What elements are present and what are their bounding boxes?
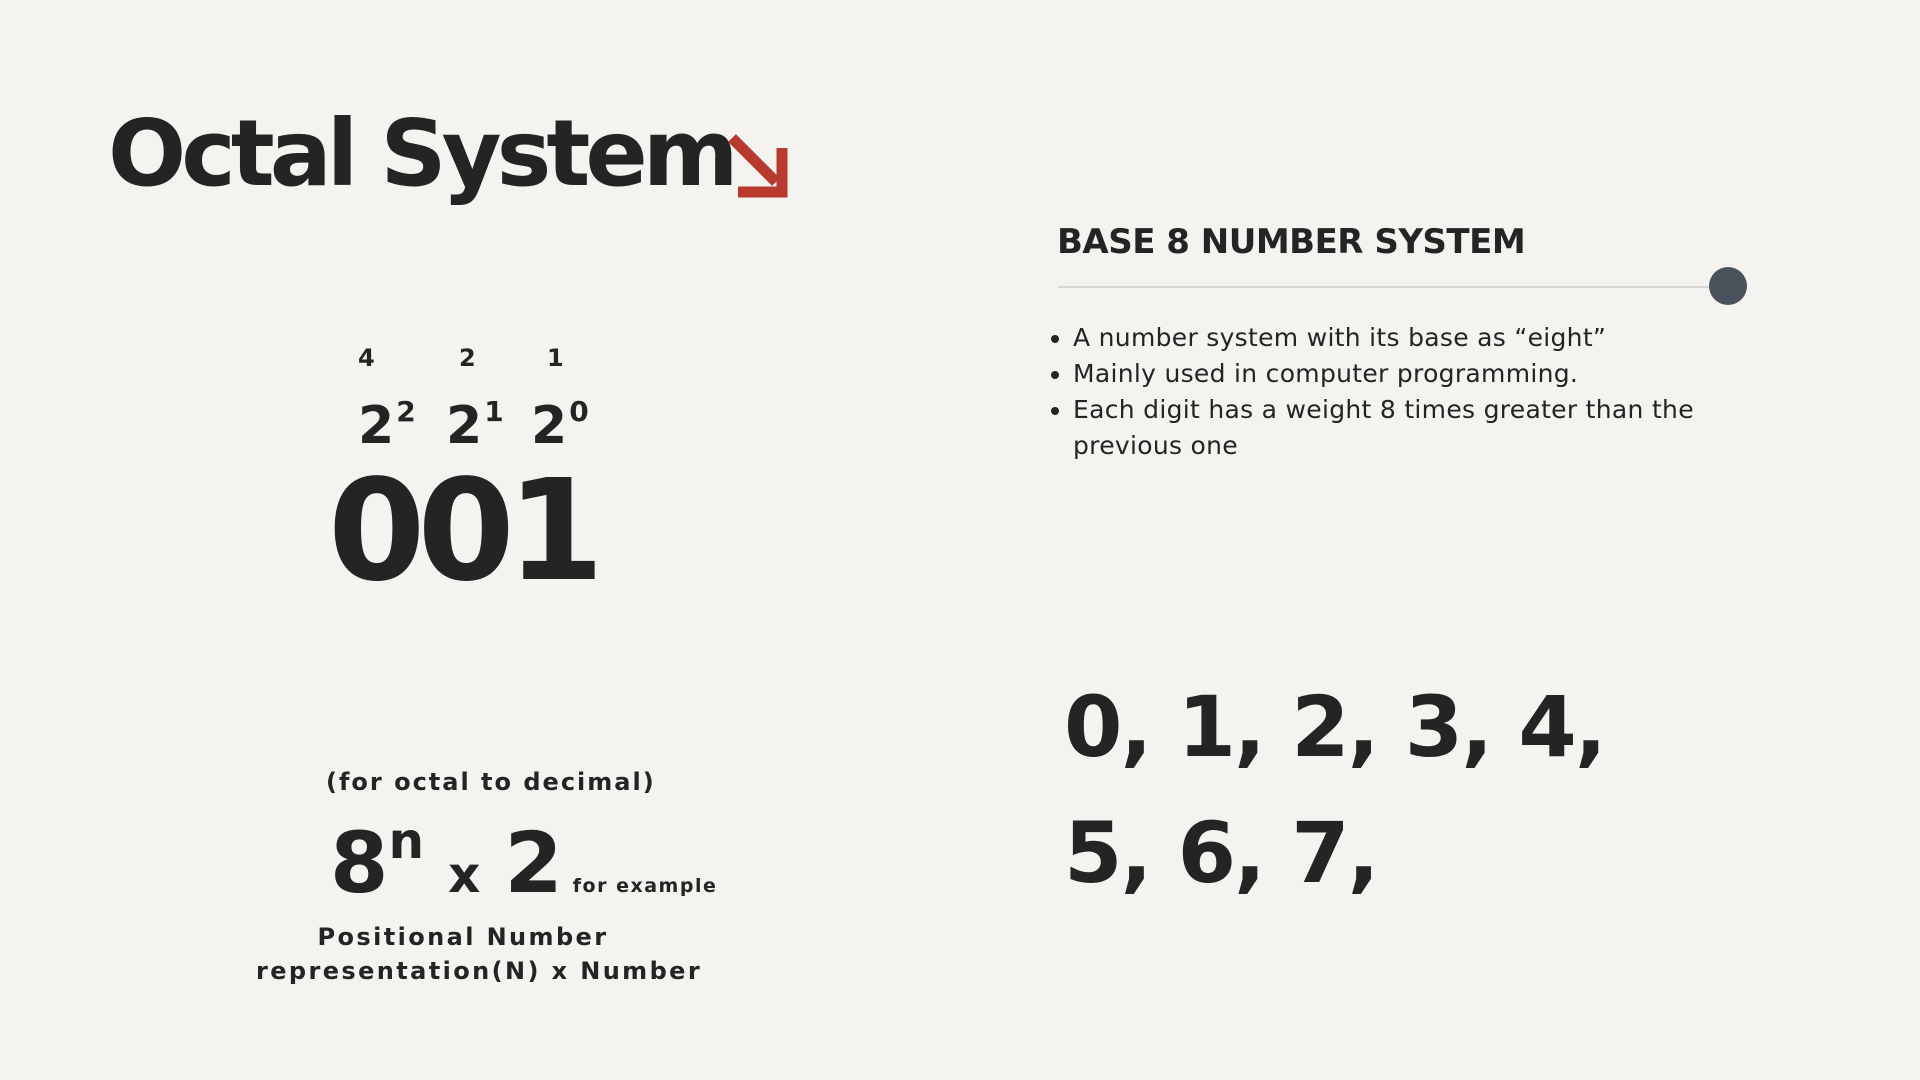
- page-title: Octal System: [108, 100, 739, 207]
- position-weight: 2: [459, 344, 476, 372]
- power-base: 2: [531, 396, 568, 456]
- formula-base: 8: [330, 814, 389, 912]
- position-power: 20: [531, 395, 589, 453]
- formula-operator: x: [448, 846, 481, 904]
- formula-description-line: representation(N) x Number: [256, 957, 703, 985]
- divider-line: [1058, 286, 1728, 288]
- power-base: 2: [446, 396, 483, 456]
- bullet-item: Each digit has a weight 8 times greater …: [1073, 392, 1753, 464]
- position-power: 21: [446, 395, 504, 453]
- position-weight: 4: [358, 344, 375, 372]
- section-heading: BASE 8 NUMBER SYSTEM: [1057, 222, 1526, 262]
- formula-exponent: n: [388, 812, 425, 870]
- formula-value: 2: [504, 814, 563, 912]
- formula-description: Positional Number representation(N) x Nu…: [256, 920, 703, 988]
- power-exponent: 1: [484, 395, 504, 428]
- position-power: 22: [358, 395, 416, 453]
- bullet-item: A number system with its base as “eight”: [1073, 320, 1753, 356]
- formula-caption: (for octal to decimal): [326, 768, 656, 796]
- formula: 8nx 2 for example: [330, 812, 718, 905]
- power-exponent: 2: [396, 395, 416, 428]
- octal-digits: 0, 1, 2, 3, 4, 5, 6, 7,: [1064, 678, 1607, 902]
- bullet-item: Mainly used in computer programming.: [1073, 356, 1753, 392]
- position-weight: 1: [547, 344, 564, 372]
- bullet-list: A number system with its base as “eight”…: [1050, 320, 1753, 464]
- formula-description-line: Positional Number: [317, 923, 609, 951]
- formula-note: for example: [572, 875, 718, 897]
- octal-number: 001: [328, 450, 604, 613]
- divider-dot: [1709, 267, 1747, 305]
- power-base: 2: [358, 396, 395, 456]
- arrow-down-right-icon: [728, 134, 788, 198]
- power-exponent: 0: [569, 395, 589, 428]
